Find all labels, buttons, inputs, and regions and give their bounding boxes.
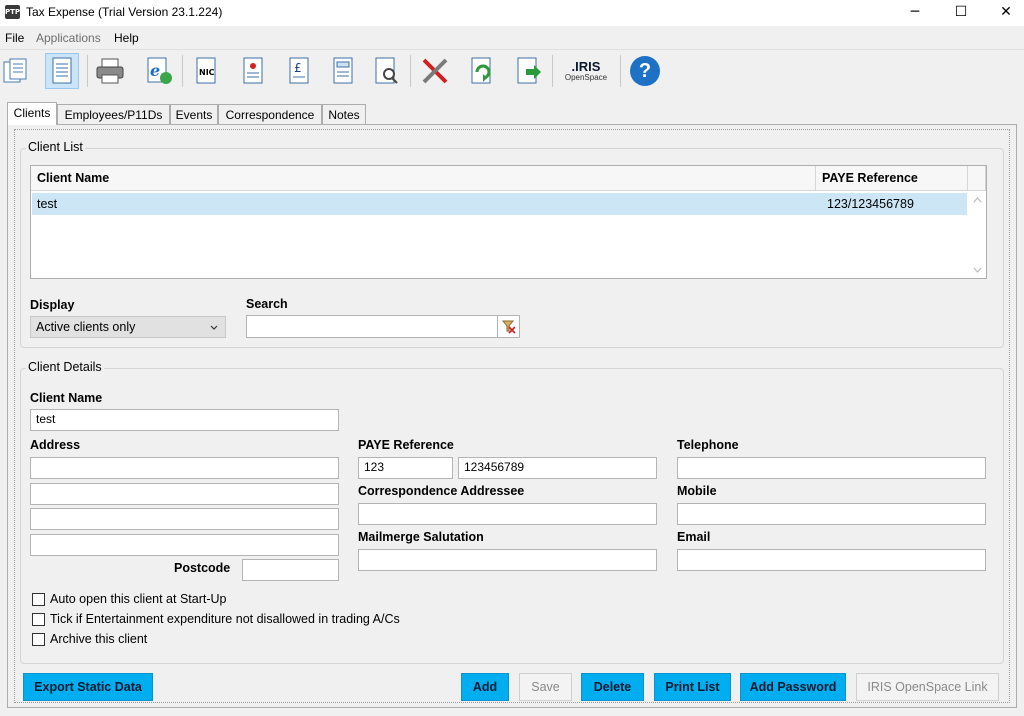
help-glyph: ?	[630, 56, 660, 86]
toolbar-separator	[87, 55, 88, 87]
iris-openspace-icon[interactable]: .IRIS OpenSpace	[560, 53, 612, 89]
email-label: Email	[677, 530, 711, 544]
pound-report-icon[interactable]: £	[282, 53, 316, 89]
clear-search-button[interactable]	[497, 315, 520, 338]
address-line-1-field[interactable]	[30, 457, 339, 479]
help-icon[interactable]: ?	[628, 53, 662, 89]
iris-openspace-link-button[interactable]: IRIS OpenSpace Link	[856, 673, 999, 701]
paye-reference-field[interactable]: 123456789	[458, 457, 657, 479]
toolbar-separator	[552, 55, 553, 87]
mobile-label: Mobile	[677, 484, 717, 498]
mailmerge-salutation-label: Mailmerge Salutation	[358, 530, 484, 544]
toolbar-separator	[620, 55, 621, 87]
archive-client-checkbox[interactable]	[32, 633, 45, 646]
menu-help[interactable]: Help	[114, 31, 139, 45]
client-list-title: Client List	[26, 140, 85, 154]
refresh-icon[interactable]	[465, 53, 499, 89]
client-list-table[interactable]: Client Name PAYE Reference test 123/1234…	[30, 165, 987, 279]
add-password-button[interactable]: Add Password	[740, 673, 846, 701]
document-icon[interactable]	[45, 53, 79, 89]
delete-button[interactable]: Delete	[581, 673, 644, 701]
tab-clients[interactable]: Clients	[7, 102, 57, 125]
client-list-group: Client List Client Name PAYE Reference t…	[20, 140, 1004, 348]
add-button[interactable]: Add	[461, 673, 509, 701]
table-row[interactable]: test 123/123456789	[32, 193, 967, 215]
menu-bar: File Applications Help	[0, 28, 1024, 47]
maximize-button[interactable]: ☐	[938, 0, 984, 26]
display-select-value: Active clients only	[36, 320, 136, 334]
address-line-2-field[interactable]	[30, 483, 339, 505]
auto-open-label: Auto open this client at Start-Up	[50, 592, 227, 606]
chevron-down-icon	[210, 325, 218, 330]
postcode-field[interactable]	[242, 559, 339, 581]
mobile-field[interactable]	[677, 503, 986, 525]
minimize-button[interactable]: ─	[892, 0, 938, 26]
display-label: Display	[30, 298, 75, 312]
telephone-label: Telephone	[677, 438, 739, 452]
tools-icon[interactable]	[418, 53, 452, 89]
export-static-data-button[interactable]: Export Static Data	[23, 673, 153, 701]
iris-brand-subtext: OpenSpace	[564, 72, 608, 82]
report-icon[interactable]	[236, 53, 270, 89]
paye-reference-label: PAYE Reference	[358, 438, 454, 452]
row-paye-reference: 123/123456789	[827, 197, 914, 211]
telephone-field[interactable]	[677, 457, 986, 479]
column-header-filler	[968, 166, 986, 191]
toolbar: e NIC £ .IRIS OpenSpace ?	[0, 49, 1024, 92]
search-label: Search	[246, 297, 288, 311]
app-icon: PTP	[5, 5, 20, 19]
correspondence-addressee-label: Correspondence Addressee	[358, 484, 525, 498]
window-title: Tax Expense (Trial Version 23.1.224)	[26, 5, 223, 19]
correspondence-addressee-field[interactable]	[358, 503, 657, 525]
auto-open-checkbox[interactable]	[32, 593, 45, 606]
print-icon[interactable]	[93, 53, 127, 89]
client-name-field[interactable]: test	[30, 409, 339, 431]
client-details-group: Client Details Client Name test Address …	[20, 360, 1004, 664]
menu-file[interactable]: File	[5, 31, 24, 45]
entertainment-checkbox[interactable]	[32, 613, 45, 626]
search-document-icon[interactable]	[370, 53, 404, 89]
tab-employees-p11ds[interactable]: Employees/P11Ds	[57, 104, 170, 124]
mailmerge-salutation-field[interactable]	[358, 549, 657, 571]
archive-client-label: Archive this client	[50, 632, 148, 646]
export-icon[interactable]	[512, 53, 546, 89]
row-client-name: test	[37, 197, 58, 211]
paye-office-field[interactable]: 123	[358, 457, 453, 479]
internet-explorer-icon[interactable]: e	[142, 53, 176, 89]
email-field[interactable]	[677, 549, 986, 571]
address-label: Address	[30, 438, 81, 452]
search-input[interactable]	[246, 315, 498, 338]
clients-icon[interactable]	[0, 53, 34, 89]
svg-text:£: £	[294, 61, 302, 75]
svg-text:e: e	[150, 61, 160, 80]
list-scrollbar[interactable]	[969, 192, 986, 278]
postcode-label: Postcode	[174, 561, 231, 575]
toolbar-separator	[410, 55, 411, 87]
close-button[interactable]: ✕	[983, 0, 1024, 26]
column-header-paye-reference[interactable]: PAYE Reference	[816, 166, 968, 191]
toolbar-separator	[182, 55, 183, 87]
tab-correspondence[interactable]: Correspondence	[218, 104, 322, 124]
entertainment-label: Tick if Entertainment expenditure not di…	[50, 612, 400, 626]
nic-icon[interactable]: NIC	[190, 53, 224, 89]
iris-brand-text: .IRIS	[571, 58, 601, 74]
address-line-3-field[interactable]	[30, 508, 339, 530]
tab-notes[interactable]: Notes	[322, 104, 366, 124]
address-line-4-field[interactable]	[30, 534, 339, 556]
clients-panel-inner: Client List Client Name PAYE Reference t…	[14, 129, 1010, 703]
print-list-button[interactable]: Print List	[654, 673, 731, 701]
column-header-client-name[interactable]: Client Name	[31, 166, 816, 191]
title-bar: PTP Tax Expense (Trial Version 23.1.224)…	[0, 0, 1024, 26]
save-button[interactable]: Save	[519, 673, 572, 701]
tab-events[interactable]: Events	[170, 104, 218, 124]
client-details-title: Client Details	[26, 360, 104, 374]
clear-search-icon	[501, 320, 516, 334]
svg-text:NIC: NIC	[199, 68, 215, 77]
client-name-label: Client Name	[30, 391, 103, 405]
menu-applications[interactable]: Applications	[36, 31, 101, 45]
display-select[interactable]: Active clients only	[30, 316, 226, 338]
form-icon[interactable]	[326, 53, 360, 89]
clients-panel: Client List Client Name PAYE Reference t…	[7, 124, 1017, 708]
